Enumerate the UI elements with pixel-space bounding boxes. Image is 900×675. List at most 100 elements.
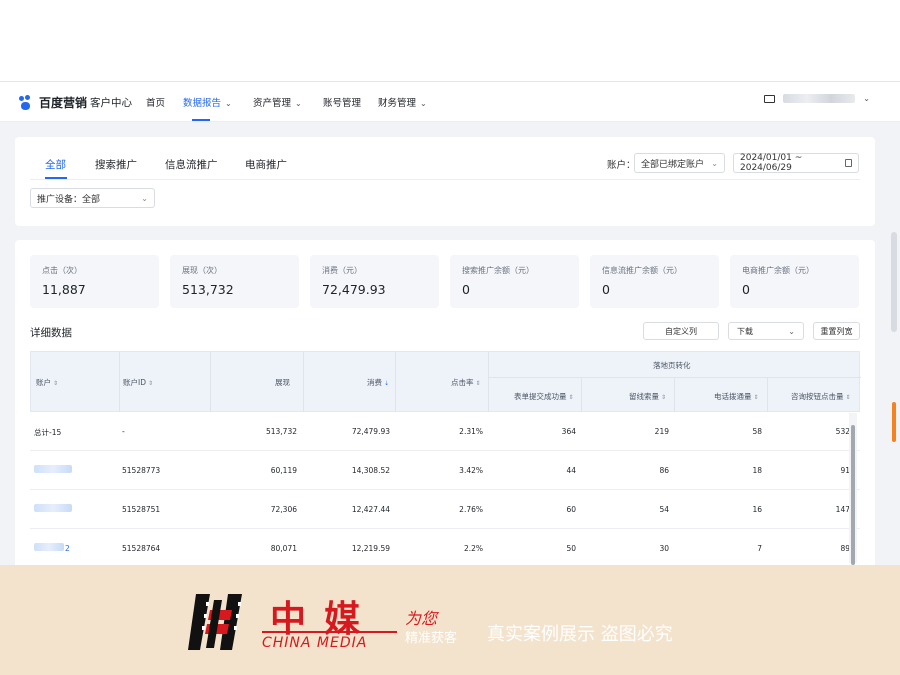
col-group-landing-conversion: 落地页转化 bbox=[653, 361, 691, 370]
stat-clicks: 点击（次） 11,887 bbox=[30, 255, 159, 308]
watermark-en: CHINA MEDIA bbox=[262, 635, 368, 651]
table-row: 51528751 72,306 12,427.44 2.76% 60 54 16… bbox=[30, 490, 860, 529]
cell-form: 50 bbox=[566, 544, 576, 553]
col-account[interactable]: 账户 ⇕ bbox=[36, 377, 58, 388]
nav-item-home[interactable]: 首页 bbox=[146, 95, 165, 109]
nav-item-data-report[interactable]: 数据报告 ⌄ bbox=[183, 95, 232, 109]
account-label: 账户： bbox=[607, 160, 636, 171]
top-blank-area bbox=[0, 0, 900, 81]
cell-consult: 532 bbox=[835, 427, 850, 436]
cell-ctr: 3.42% bbox=[459, 466, 483, 475]
date-range-picker[interactable]: 2024/01/01 ~ 2024/06/29 bbox=[733, 153, 859, 173]
download-select[interactable]: 下载 ⌄ bbox=[728, 322, 804, 340]
sort-icon: ⇕ bbox=[753, 394, 759, 401]
table-row-total: 总计-15 - 513,732 72,479.93 2.31% 364 219 … bbox=[30, 412, 860, 451]
nav-item-account-mgmt[interactable]: 账号管理 bbox=[323, 95, 361, 109]
stat-value: 0 bbox=[602, 282, 610, 297]
cell-account[interactable]: 2 bbox=[65, 544, 70, 553]
chevron-down-icon: ⌄ bbox=[420, 99, 427, 108]
logo[interactable]: 百度营销 客户中心 bbox=[19, 94, 132, 111]
cell-account-id: 51528751 bbox=[122, 505, 161, 514]
table-scrollbar-thumb[interactable] bbox=[851, 425, 855, 565]
stat-label: 信息流推广余额（元） bbox=[602, 266, 682, 275]
cell-leads: 219 bbox=[654, 427, 669, 436]
cell-calls: 18 bbox=[752, 466, 762, 475]
detail-title: 详细数据 bbox=[30, 327, 72, 339]
nav-item-finance[interactable]: 财务管理 ⌄ bbox=[378, 95, 427, 109]
account-select[interactable]: 全部已绑定账户 ⌄ bbox=[634, 153, 725, 173]
stat-value: 0 bbox=[742, 282, 750, 297]
col-impressions[interactable]: 展现 bbox=[275, 377, 290, 388]
cell-cost: 12,219.59 bbox=[351, 544, 390, 553]
china-media-logo-icon bbox=[188, 594, 242, 650]
stat-value: 11,887 bbox=[42, 282, 86, 297]
table-row: 2 51528764 80,071 12,219.59 2.2% 50 30 7… bbox=[30, 529, 860, 565]
stat-value: 72,479.93 bbox=[322, 282, 386, 297]
chevron-down-icon[interactable]: ⌄ bbox=[863, 94, 870, 103]
sort-icon: ⇕ bbox=[148, 380, 154, 387]
stat-label: 搜索推广余额（元） bbox=[462, 266, 534, 275]
chevron-down-icon: ⌄ bbox=[711, 158, 718, 168]
stat-feed-balance: 信息流推广余额（元） 0 bbox=[590, 255, 719, 308]
cell-account-id: 51528773 bbox=[122, 466, 161, 475]
cell-impressions: 513,732 bbox=[265, 427, 297, 436]
col-calls[interactable]: 电话拨通量 ⇕ bbox=[714, 391, 759, 402]
watermark-for-you: 为您 bbox=[405, 609, 438, 628]
cell-leads: 30 bbox=[659, 544, 669, 553]
nav-right: ⌄ bbox=[764, 94, 870, 103]
sort-icon: ⇕ bbox=[845, 394, 851, 401]
stat-label: 消费（元） bbox=[322, 266, 362, 275]
cell-form: 60 bbox=[566, 505, 576, 514]
cell-ctr: 2.31% bbox=[459, 427, 483, 436]
tab-all[interactable]: 全部 bbox=[45, 157, 66, 172]
watermark-divider bbox=[262, 631, 397, 633]
top-nav: 百度营销 客户中心 首页 数据报告 ⌄ 资产管理 ⌄ 账号管理 财务管理 ⌄ ⌄ bbox=[0, 82, 900, 122]
user-name-redacted[interactable] bbox=[783, 94, 856, 103]
table-row: 51528773 60,119 14,308.52 3.42% 44 86 18… bbox=[30, 451, 860, 490]
cell-calls: 58 bbox=[752, 427, 762, 436]
cell-leads: 86 bbox=[659, 466, 669, 475]
cell-cost: 12,427.44 bbox=[351, 505, 390, 514]
tab-feed[interactable]: 信息流推广 bbox=[165, 157, 218, 172]
custom-columns-button[interactable]: 自定义列 bbox=[643, 322, 719, 340]
cell-cost: 72,479.93 bbox=[351, 427, 390, 436]
cell-ctr: 2.76% bbox=[459, 505, 483, 514]
account-name-redacted[interactable] bbox=[34, 543, 64, 551]
calendar-icon bbox=[844, 159, 852, 167]
data-card: 点击（次） 11,887 展现（次） 513,732 消费（元） 72,479.… bbox=[15, 240, 875, 565]
col-leads[interactable]: 留线索量 ⇕ bbox=[629, 391, 666, 402]
cell-cost: 14,308.52 bbox=[351, 466, 390, 475]
col-form-submit[interactable]: 表单提交成功量 ⇕ bbox=[514, 391, 574, 402]
cell-impressions: 80,071 bbox=[270, 544, 297, 553]
cell-account-id: - bbox=[122, 427, 125, 436]
col-account-id[interactable]: 账户ID ⇕ bbox=[123, 377, 153, 388]
cell-consult: 147 bbox=[835, 505, 850, 514]
col-consult-clicks[interactable]: 咨询按钮点击量 ⇕ bbox=[791, 391, 851, 402]
stat-cost: 消费（元） 72,479.93 bbox=[310, 255, 439, 308]
watermark-slogan-2: 真实案例展示 盗图必究 bbox=[487, 624, 673, 645]
cell-form: 44 bbox=[566, 466, 576, 475]
col-ctr[interactable]: 点击率 ⇕ bbox=[451, 377, 481, 388]
tab-search[interactable]: 搜索推广 bbox=[95, 157, 137, 172]
mail-icon[interactable] bbox=[764, 94, 776, 103]
watermark-slogan-1: 精准获客 bbox=[405, 631, 458, 646]
chevron-down-icon: ⌄ bbox=[141, 193, 148, 203]
cell-account: 总计-15 bbox=[34, 428, 62, 437]
device-filter-select[interactable]: 推广设备：全部 ⌄ bbox=[30, 188, 155, 208]
col-cost[interactable]: 消费 ⇣ bbox=[367, 377, 389, 388]
account-name-redacted[interactable] bbox=[34, 465, 72, 473]
cell-calls: 16 bbox=[752, 505, 762, 514]
brand-sub: 客户中心 bbox=[90, 97, 133, 109]
sort-desc-icon: ⇣ bbox=[384, 380, 390, 387]
page-scrollbar[interactable] bbox=[891, 232, 897, 332]
stat-ecommerce-balance: 电商推广余额（元） 0 bbox=[730, 255, 859, 308]
nav-item-assets[interactable]: 资产管理 ⌄ bbox=[253, 95, 302, 109]
reset-columns-button[interactable]: 重置列宽 bbox=[813, 322, 860, 340]
nav-active-indicator bbox=[192, 119, 210, 121]
sort-icon: ⇕ bbox=[661, 394, 667, 401]
baidu-paw-icon bbox=[19, 94, 35, 110]
account-name-redacted[interactable] bbox=[34, 504, 72, 512]
cell-ctr: 2.2% bbox=[463, 544, 483, 553]
tab-ecommerce[interactable]: 电商推广 bbox=[245, 157, 287, 172]
page-scrollbar-marker[interactable] bbox=[892, 402, 896, 442]
